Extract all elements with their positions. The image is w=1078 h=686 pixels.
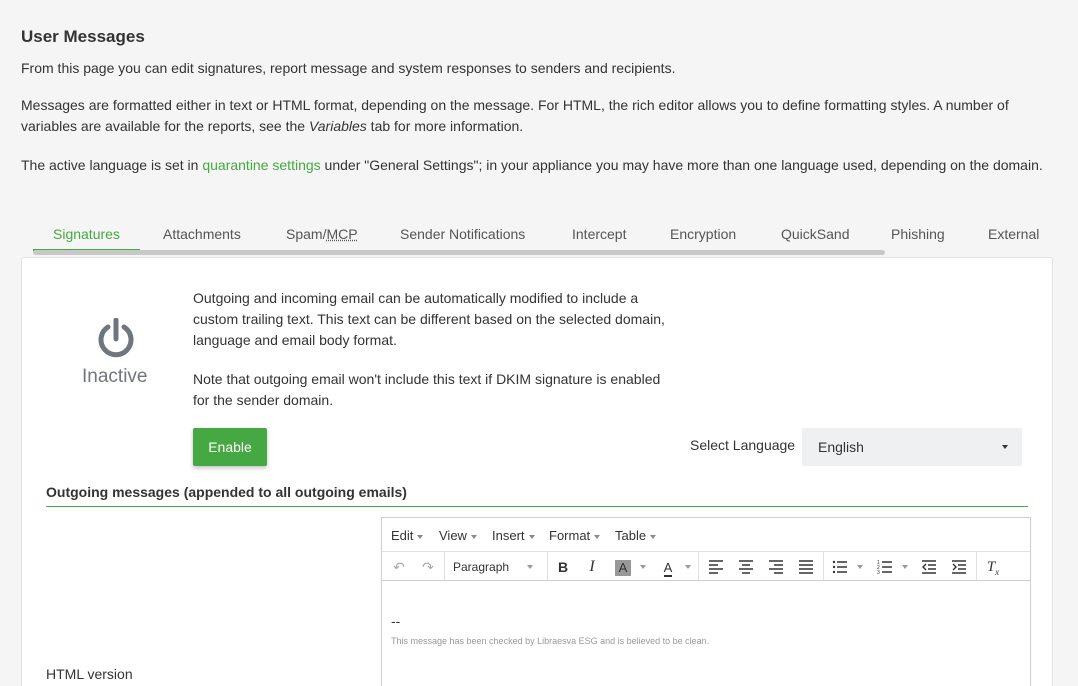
- message-tabs: Signatures Attachments Spam/MCP Sender N…: [33, 220, 1063, 256]
- chevron-down-icon: [528, 534, 535, 539]
- text-color-icon[interactable]: A: [659, 557, 677, 577]
- variables-tab-reference: Variables: [308, 118, 367, 134]
- editor-toolbar: ↶ ↷ Paragraph B I A A 1 2 3 Tx: [382, 552, 1030, 581]
- chevron-down-icon: [640, 565, 646, 569]
- tab-intercept[interactable]: Intercept: [572, 220, 626, 254]
- menu-table[interactable]: Table: [615, 528, 657, 543]
- tab-spam-mcp[interactable]: Spam/MCP: [286, 220, 358, 254]
- enable-button[interactable]: Enable: [193, 428, 267, 466]
- chevron-down-icon: [685, 565, 691, 569]
- chevron-down-icon: [594, 534, 601, 539]
- menu-view[interactable]: View: [439, 528, 477, 543]
- language-select[interactable]: English: [802, 428, 1022, 466]
- editor-content-area[interactable]: -- This message has been checked by Libr…: [382, 581, 1030, 686]
- chevron-down-icon: [470, 534, 477, 539]
- tab-external[interactable]: External: [988, 220, 1039, 254]
- chevron-down-icon: [857, 565, 863, 569]
- italic-icon[interactable]: I: [583, 557, 601, 577]
- rich-text-editor: Edit View Insert Format Table ↶ ↷ Paragr…: [381, 517, 1031, 686]
- bullet-list-icon[interactable]: [831, 557, 849, 577]
- signatures-panel: Inactive Outgoing and incoming email can…: [21, 257, 1053, 686]
- power-icon: [94, 318, 138, 362]
- html-version-label: HTML version: [46, 666, 133, 682]
- signature-description: Outgoing and incoming email can be autom…: [193, 290, 665, 348]
- quarantine-settings-link[interactable]: quarantine settings: [202, 157, 320, 173]
- svg-text:3: 3: [877, 570, 880, 575]
- page-title: User Messages: [21, 27, 145, 46]
- outdent-icon[interactable]: [920, 557, 938, 577]
- language-text: The active language is set in quarantine…: [21, 157, 1043, 173]
- align-left-icon[interactable]: [707, 557, 725, 577]
- background-color-icon[interactable]: A: [614, 557, 632, 577]
- signature-separator: --: [391, 613, 401, 629]
- intro-text: From this page you can edit signatures, …: [21, 60, 676, 76]
- chevron-down-icon: [1002, 445, 1008, 449]
- outgoing-section-title: Outgoing messages (appended to all outgo…: [46, 484, 1028, 507]
- tab-quicksand[interactable]: QuickSand: [781, 220, 849, 254]
- clear-formatting-icon[interactable]: Tx: [984, 557, 1002, 577]
- menu-format[interactable]: Format: [549, 528, 601, 543]
- bold-icon[interactable]: B: [554, 557, 572, 577]
- menu-insert[interactable]: Insert: [492, 528, 535, 543]
- undo-icon[interactable]: ↶: [390, 557, 408, 577]
- select-language-label: Select Language: [690, 437, 796, 453]
- menu-edit[interactable]: Edit: [391, 528, 424, 543]
- tab-sender-notifications[interactable]: Sender Notifications: [400, 220, 525, 254]
- signature-text: This message has been checked by Libraes…: [391, 636, 710, 646]
- tab-phishing[interactable]: Phishing: [891, 220, 945, 254]
- chevron-down-icon: [417, 534, 424, 539]
- editor-menubar: Edit View Insert Format Table: [382, 518, 1030, 552]
- block-format-select[interactable]: Paragraph: [453, 557, 509, 577]
- status-label: Inactive: [82, 366, 148, 387]
- align-right-icon[interactable]: [767, 557, 785, 577]
- tab-attachments[interactable]: Attachments: [163, 220, 241, 254]
- numbered-list-icon[interactable]: 123: [876, 557, 894, 577]
- align-justify-icon[interactable]: [797, 557, 815, 577]
- align-center-icon[interactable]: [737, 557, 755, 577]
- format-text: Messages are formatted either in text or…: [21, 97, 1009, 134]
- tabs-scrollbar[interactable]: [33, 250, 885, 255]
- chevron-down-icon: [650, 534, 657, 539]
- dkim-note: Note that outgoing email won't include t…: [193, 371, 661, 408]
- tab-signatures[interactable]: Signatures: [33, 220, 140, 254]
- indent-icon[interactable]: [950, 557, 968, 577]
- chevron-down-icon: [527, 565, 533, 569]
- tab-encryption[interactable]: Encryption: [670, 220, 736, 254]
- redo-icon[interactable]: ↷: [419, 557, 437, 577]
- chevron-down-icon: [902, 565, 908, 569]
